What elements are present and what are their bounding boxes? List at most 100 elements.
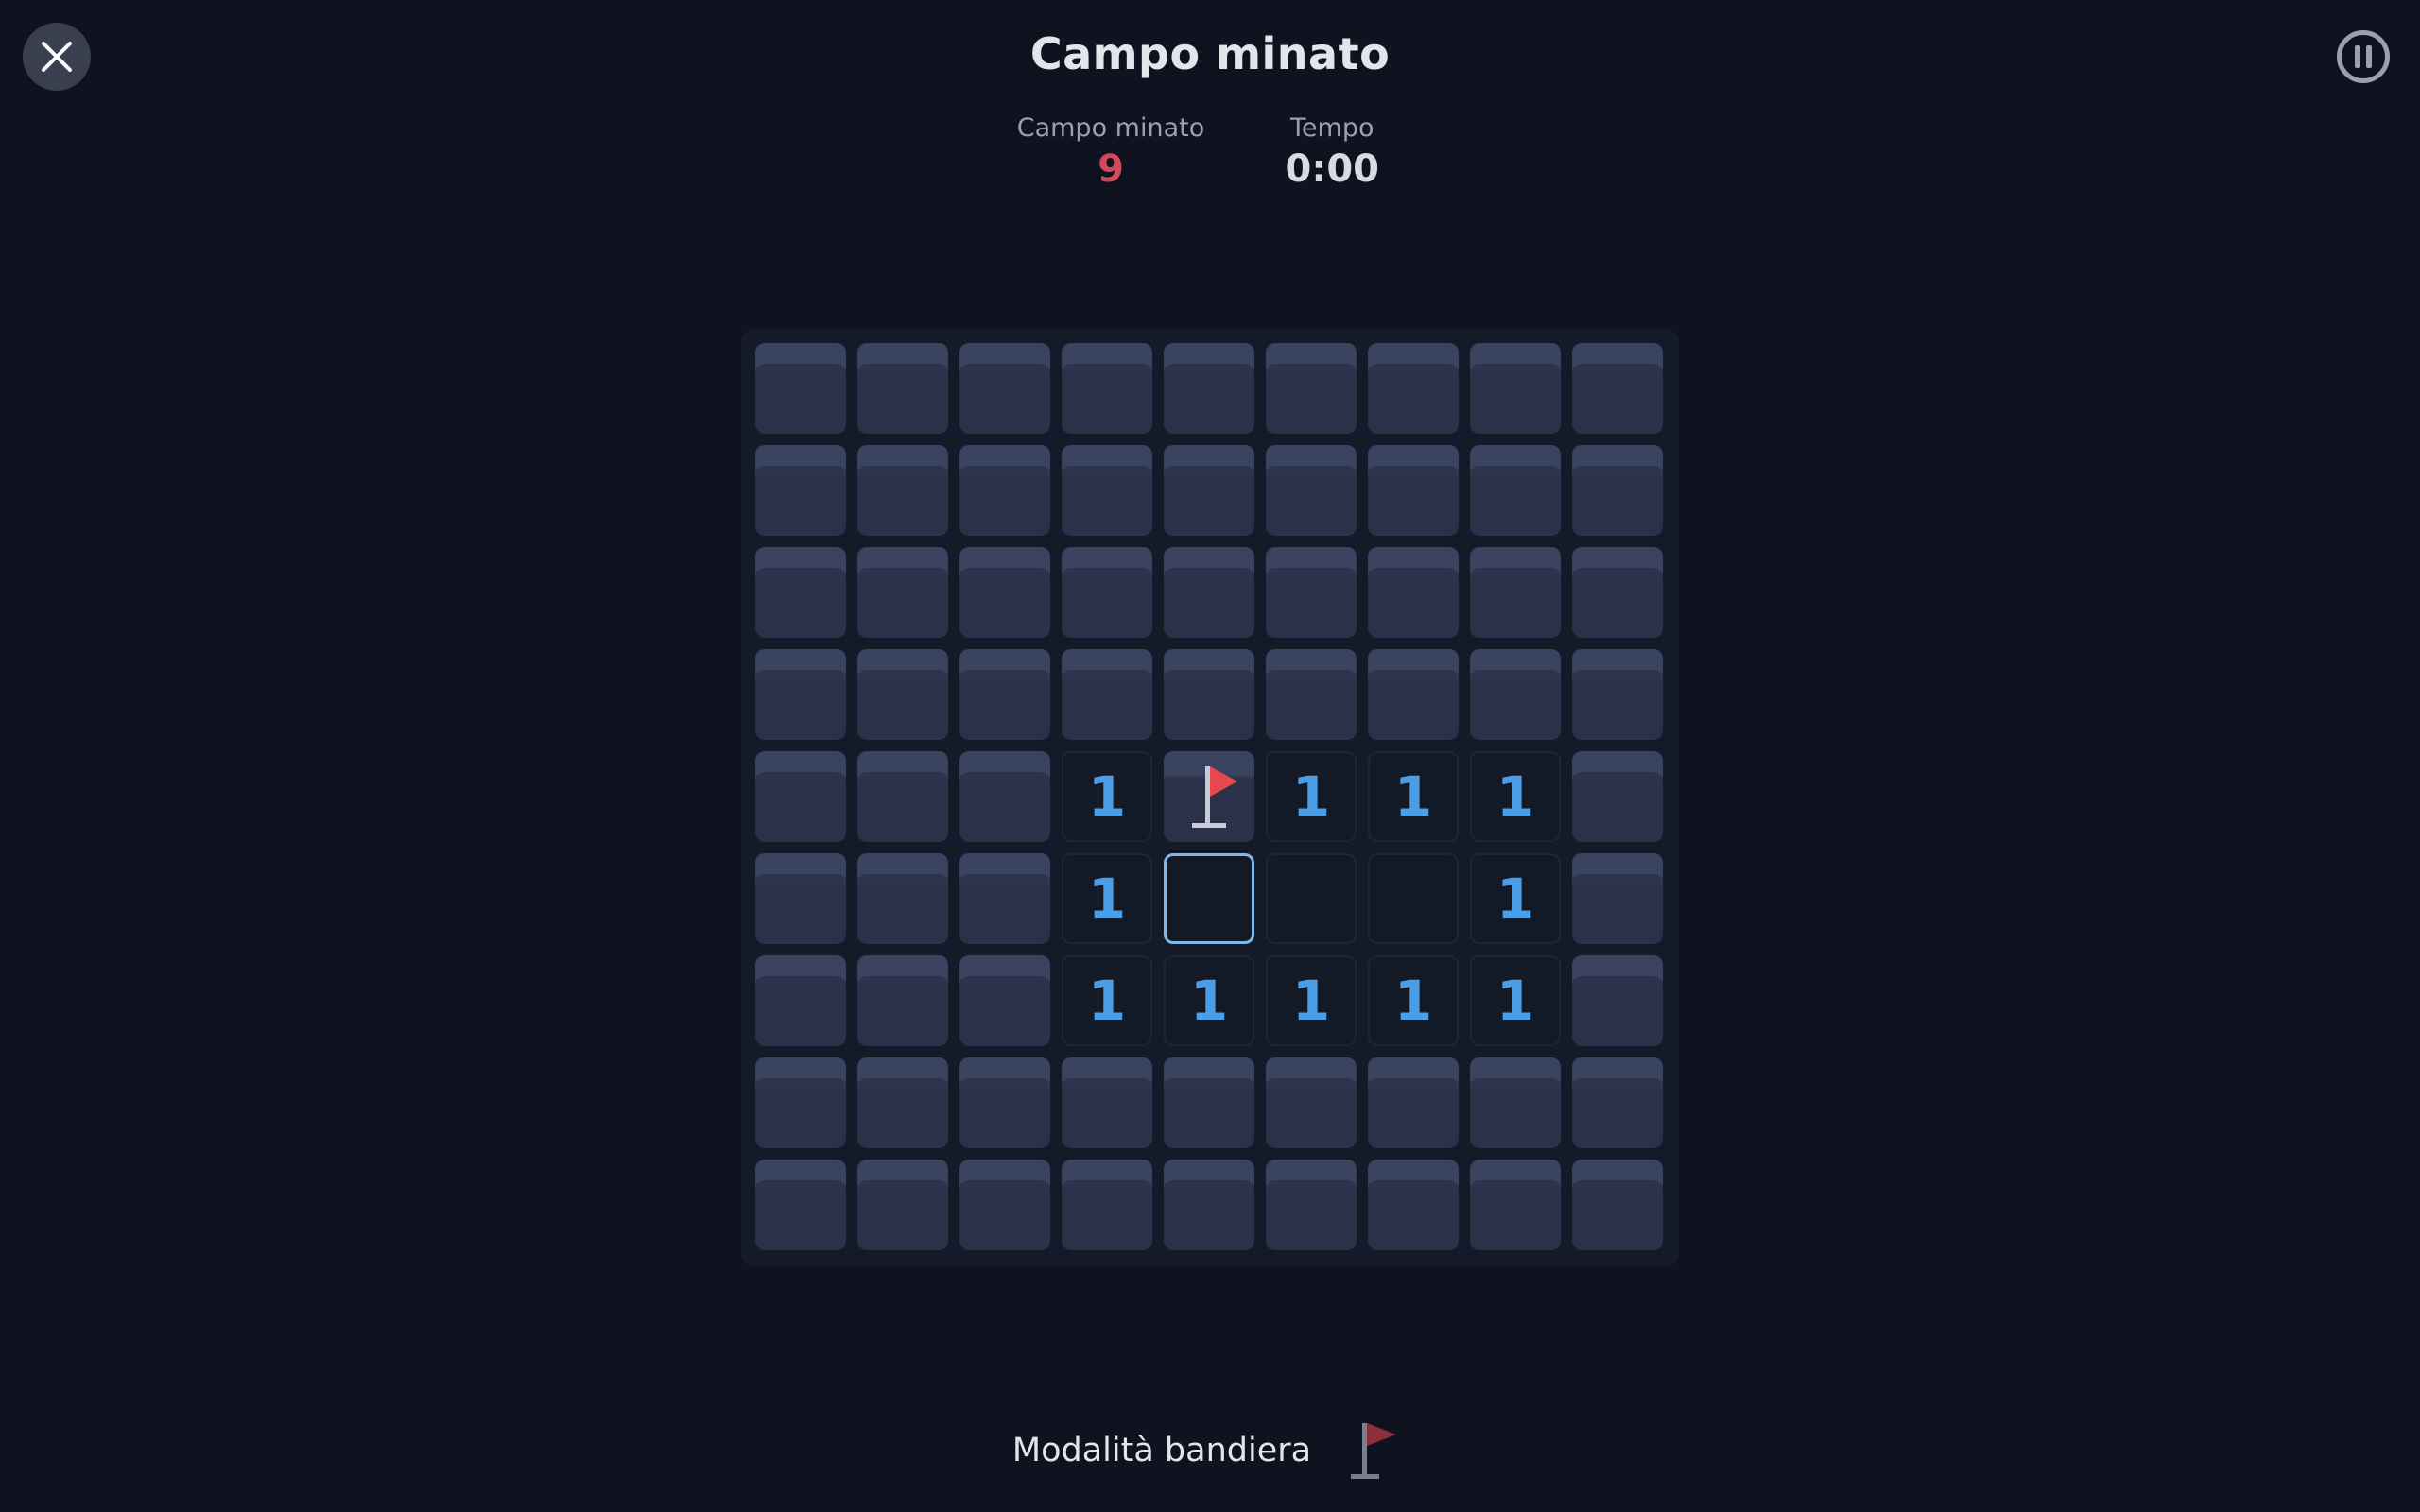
cell-hidden[interactable] — [959, 955, 1050, 1046]
cell-hidden[interactable] — [1164, 547, 1254, 638]
cell-revealed[interactable]: 1 — [1470, 751, 1561, 842]
flag-icon — [1351, 1423, 1397, 1479]
timer: Tempo 0:00 — [1261, 112, 1403, 193]
cell-hidden[interactable] — [755, 649, 846, 740]
cell-hidden[interactable] — [1266, 343, 1357, 434]
cell-hidden[interactable] — [857, 751, 948, 842]
cell-hidden[interactable] — [959, 1160, 1050, 1250]
cell-hidden[interactable] — [959, 547, 1050, 638]
cell-hidden[interactable] — [959, 1057, 1050, 1148]
cell-hidden[interactable] — [1572, 1160, 1663, 1250]
cell-number: 1 — [1495, 765, 1535, 829]
cell-hidden[interactable] — [1470, 547, 1561, 638]
cell-revealed[interactable] — [1266, 853, 1357, 944]
cell-revealed[interactable]: 1 — [1062, 853, 1152, 944]
cell-hidden[interactable] — [1368, 1057, 1459, 1148]
cell-hidden[interactable] — [1062, 1057, 1152, 1148]
cell-hidden[interactable] — [1368, 445, 1459, 536]
cell-hidden[interactable] — [755, 343, 846, 434]
timer-value: 0:00 — [1285, 147, 1380, 191]
cell-hidden[interactable] — [959, 445, 1050, 536]
cell-hidden[interactable] — [1062, 547, 1152, 638]
cell-selected[interactable] — [1164, 853, 1254, 944]
cell-hidden[interactable] — [959, 343, 1050, 434]
cell-revealed[interactable]: 1 — [1062, 751, 1152, 842]
cell-hidden[interactable] — [1062, 1160, 1152, 1250]
cell-hidden[interactable] — [857, 853, 948, 944]
pause-button[interactable] — [2337, 30, 2390, 83]
cell-hidden[interactable] — [1266, 547, 1357, 638]
cell-hidden[interactable] — [1368, 649, 1459, 740]
cell-hidden[interactable] — [1164, 343, 1254, 434]
cell-hidden[interactable] — [1368, 1160, 1459, 1250]
cell-hidden[interactable] — [1572, 853, 1663, 944]
cell-revealed[interactable]: 1 — [1164, 955, 1254, 1046]
cell-hidden[interactable] — [857, 445, 948, 536]
mines-counter-value: 9 — [1098, 147, 1124, 191]
cell-revealed[interactable]: 1 — [1368, 751, 1459, 842]
cell-number: 1 — [1291, 765, 1331, 829]
cell-hidden[interactable] — [857, 955, 948, 1046]
cell-hidden[interactable] — [1470, 1160, 1561, 1250]
mines-counter-label: Campo minato — [1016, 113, 1205, 143]
cell-flagged[interactable] — [1164, 751, 1254, 842]
cell-number: 1 — [1393, 969, 1433, 1033]
cell-revealed[interactable]: 1 — [1266, 955, 1357, 1046]
cell-hidden[interactable] — [1572, 547, 1663, 638]
cell-hidden[interactable] — [1164, 445, 1254, 536]
cell-hidden[interactable] — [1368, 547, 1459, 638]
cell-number: 1 — [1291, 969, 1331, 1033]
cell-hidden[interactable] — [1470, 1057, 1561, 1148]
cell-hidden[interactable] — [1266, 1057, 1357, 1148]
cell-hidden[interactable] — [1266, 1160, 1357, 1250]
cell-hidden[interactable] — [1164, 1160, 1254, 1250]
cell-hidden[interactable] — [1470, 649, 1561, 740]
cell-hidden[interactable] — [1470, 445, 1561, 536]
flag-icon — [1192, 766, 1237, 828]
cell-hidden[interactable] — [755, 445, 846, 536]
cell-revealed[interactable]: 1 — [1266, 751, 1357, 842]
cell-hidden[interactable] — [1062, 445, 1152, 536]
cell-number: 1 — [1189, 969, 1229, 1033]
cell-hidden[interactable] — [755, 1057, 846, 1148]
cell-revealed[interactable]: 1 — [1062, 955, 1152, 1046]
flag-mode-label: Modalità bandiera — [1011, 1432, 1312, 1469]
cell-revealed[interactable]: 1 — [1470, 853, 1561, 944]
cell-hidden[interactable] — [755, 547, 846, 638]
cell-revealed[interactable] — [1368, 853, 1459, 944]
cell-hidden[interactable] — [1368, 343, 1459, 434]
mines-counter: Campo minato 9 — [1017, 112, 1205, 193]
cell-hidden[interactable] — [1470, 343, 1561, 434]
game-board: 11111111111 — [741, 329, 1679, 1266]
cell-hidden[interactable] — [1266, 649, 1357, 740]
cell-hidden[interactable] — [857, 547, 948, 638]
cell-hidden[interactable] — [857, 649, 948, 740]
cell-number: 1 — [1393, 765, 1433, 829]
cell-hidden[interactable] — [755, 751, 846, 842]
cell-revealed[interactable]: 1 — [1368, 955, 1459, 1046]
cell-hidden[interactable] — [1572, 1057, 1663, 1148]
flag-mode-toggle[interactable] — [1347, 1418, 1408, 1484]
cell-hidden[interactable] — [1572, 649, 1663, 740]
stats-bar: Campo minato 9 Tempo 0:00 — [0, 112, 2420, 193]
cell-hidden[interactable] — [1062, 649, 1152, 740]
cell-hidden[interactable] — [959, 853, 1050, 944]
cell-hidden[interactable] — [959, 649, 1050, 740]
cell-hidden[interactable] — [755, 955, 846, 1046]
cell-revealed[interactable]: 1 — [1470, 955, 1561, 1046]
cell-hidden[interactable] — [857, 1160, 948, 1250]
cell-hidden[interactable] — [1572, 751, 1663, 842]
cell-hidden[interactable] — [1164, 649, 1254, 740]
cell-hidden[interactable] — [755, 853, 846, 944]
cell-hidden[interactable] — [1062, 343, 1152, 434]
cell-hidden[interactable] — [1266, 445, 1357, 536]
cell-hidden[interactable] — [857, 1057, 948, 1148]
cell-hidden[interactable] — [857, 343, 948, 434]
cell-hidden[interactable] — [1164, 1057, 1254, 1148]
cell-hidden[interactable] — [1572, 955, 1663, 1046]
cell-hidden[interactable] — [959, 751, 1050, 842]
cell-hidden[interactable] — [1572, 445, 1663, 536]
cell-number: 1 — [1087, 867, 1127, 931]
cell-hidden[interactable] — [1572, 343, 1663, 434]
cell-hidden[interactable] — [755, 1160, 846, 1250]
